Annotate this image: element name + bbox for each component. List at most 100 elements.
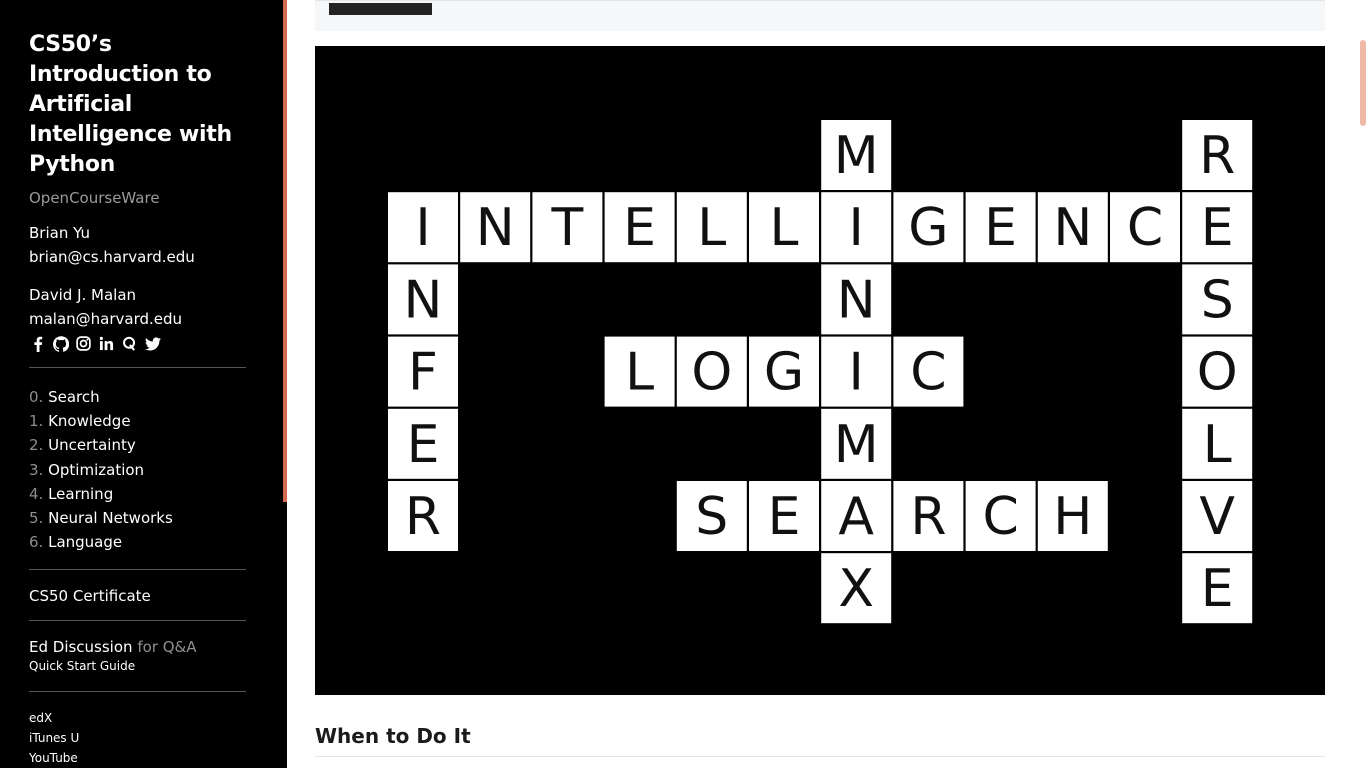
crossword-letter: C xyxy=(910,343,946,403)
course-title-line[interactable]: CS50’s xyxy=(29,30,246,60)
crossword-tile: I xyxy=(821,336,892,407)
crossword-letter: I xyxy=(415,198,430,258)
week-label[interactable]: Uncertainty xyxy=(48,436,136,454)
sidebar-divider xyxy=(29,367,246,368)
crossword-tile: C xyxy=(965,481,1036,551)
instructor-email[interactable]: malan@harvard.edu xyxy=(29,307,246,331)
crossword-letter: G xyxy=(764,343,804,403)
instagram-icon[interactable] xyxy=(75,335,92,352)
crossword-letter: H xyxy=(1053,487,1092,547)
sidebar-item-knowledge[interactable]: 1. Knowledge xyxy=(29,409,246,433)
crossword-letter: I xyxy=(849,198,864,258)
crossword-tile: N xyxy=(388,264,458,335)
week-label[interactable]: Optimization xyxy=(48,461,144,479)
facebook-icon[interactable] xyxy=(29,335,46,352)
crossword-tile: H xyxy=(1037,481,1108,551)
sidebar-item-search[interactable]: 0. Search xyxy=(29,385,246,409)
sidebar-item-neural-networks[interactable]: 5. Neural Networks xyxy=(29,506,246,530)
sidebar-item-optimization[interactable]: 3. Optimization xyxy=(29,458,246,482)
crossword-tile: R xyxy=(1182,120,1253,190)
itunes-link[interactable]: iTunes U xyxy=(29,728,246,748)
instructor-email[interactable]: brian@cs.harvard.edu xyxy=(29,245,246,269)
crossword-tile: I xyxy=(388,192,458,263)
course-title-line[interactable]: Introduction to xyxy=(29,60,246,90)
crossword-letter: L xyxy=(625,343,654,403)
crossword-banner-image: INTELLIGENCENFERMNIMAXLOGCSERCHRSOLVE xyxy=(315,46,1325,695)
crossword-letter: V xyxy=(1199,487,1235,547)
github-icon[interactable] xyxy=(52,335,69,352)
crossword-letter: R xyxy=(405,487,441,547)
week-label[interactable]: Knowledge xyxy=(48,412,130,430)
instructor-brian: Brian Yu brian@cs.harvard.edu xyxy=(29,221,246,269)
crossword-tile: E xyxy=(388,408,458,479)
crossword-tile: S xyxy=(1182,264,1253,335)
main-content: INTELLIGENCENFERMNIMAXLOGCSERCHRSOLVE Wh… xyxy=(287,0,1366,768)
youtube-link[interactable]: YouTube xyxy=(29,748,246,768)
code-snippet-fragment xyxy=(329,3,432,15)
crossword-letter: E xyxy=(984,198,1017,258)
crossword-tile: N xyxy=(1037,192,1108,263)
crossword-tile: M xyxy=(821,408,892,479)
crossword-tile: L xyxy=(1182,408,1253,479)
week-number: 5. xyxy=(29,509,44,528)
sidebar-content: CS50’s Introduction to Artificial Intell… xyxy=(29,30,246,768)
crossword-tile: L xyxy=(749,192,819,263)
linkedin-icon[interactable] xyxy=(98,335,115,352)
week-number: 3. xyxy=(29,460,44,479)
quora-icon[interactable] xyxy=(121,335,138,352)
crossword-letter: N xyxy=(837,270,876,330)
certificate-link[interactable]: CS50 Certificate xyxy=(29,587,246,605)
crossword-tile: A xyxy=(821,481,892,551)
crossword-tile: N xyxy=(821,264,892,335)
quick-start-link[interactable]: Quick Start Guide xyxy=(29,656,246,676)
crossword-letter: N xyxy=(404,270,443,330)
course-title-line[interactable]: Artificial xyxy=(29,90,246,120)
course-title[interactable]: CS50’s Introduction to Artificial Intell… xyxy=(29,30,246,180)
crossword-tile: E xyxy=(965,192,1036,263)
week-number: 4. xyxy=(29,484,44,503)
sidebar-item-learning[interactable]: 4. Learning xyxy=(29,482,246,506)
course-title-line[interactable]: Python xyxy=(29,150,246,180)
subtitle[interactable]: OpenCourseWare xyxy=(29,189,246,207)
sidebar-divider xyxy=(29,620,246,622)
crossword-tile: C xyxy=(893,336,964,407)
sidebar-item-language[interactable]: 6. Language xyxy=(29,530,246,554)
crossword-graphic: I N T E L L I G E N C ENFERMNIMAXL O G CS E R C HRSOLVE xyxy=(388,120,1253,624)
crossword-tile: R xyxy=(388,481,458,551)
crossword-letter: X xyxy=(838,559,874,619)
crossword-tile: G xyxy=(893,192,964,263)
ed-discussion-row: Ed Discussion for Q&A xyxy=(29,638,246,656)
crossword-tile: O xyxy=(676,336,747,407)
crossword-tile: N xyxy=(460,192,531,263)
crossword-letter: S xyxy=(695,487,728,547)
course-title-line[interactable]: Intelligence with xyxy=(29,120,246,150)
crossword-letter: A xyxy=(838,487,874,547)
ed-discussion-link[interactable]: Ed Discussion xyxy=(29,638,133,656)
week-label[interactable]: Search xyxy=(48,388,100,406)
crossword-tile: M xyxy=(821,120,892,190)
week-number: 1. xyxy=(29,412,44,431)
code-block xyxy=(315,0,1325,31)
page-scrollbar-thumb[interactable] xyxy=(1360,40,1366,126)
week-label[interactable]: Learning xyxy=(48,485,113,503)
crossword-letter: S xyxy=(1201,270,1234,330)
instructor-david: David J. Malan malan@harvard.edu xyxy=(29,283,246,331)
week-label[interactable]: Neural Networks xyxy=(48,509,173,527)
crossword-letter: I xyxy=(849,343,864,403)
crossword-tile: G xyxy=(749,336,819,407)
sidebar-divider xyxy=(29,569,246,571)
crossword-tile: R xyxy=(893,481,964,551)
week-number: 2. xyxy=(29,436,44,455)
crossword-letter: C xyxy=(982,487,1018,547)
twitter-icon[interactable] xyxy=(144,335,161,352)
lecture-list: 0. Search 1. Knowledge 2. Uncertainty 3.… xyxy=(29,385,246,554)
week-label[interactable]: Language xyxy=(48,533,122,551)
crossword-letter: F xyxy=(408,343,438,403)
edx-link[interactable]: edX xyxy=(29,708,246,728)
sidebar-item-uncertainty[interactable]: 2. Uncertainty xyxy=(29,433,246,457)
crossword-letter: T xyxy=(551,198,584,258)
crossword-tile: V xyxy=(1182,481,1253,551)
crossword-letter: O xyxy=(1197,343,1238,403)
crossword-letter: L xyxy=(1203,415,1232,475)
crossword-tile: C xyxy=(1110,192,1180,263)
